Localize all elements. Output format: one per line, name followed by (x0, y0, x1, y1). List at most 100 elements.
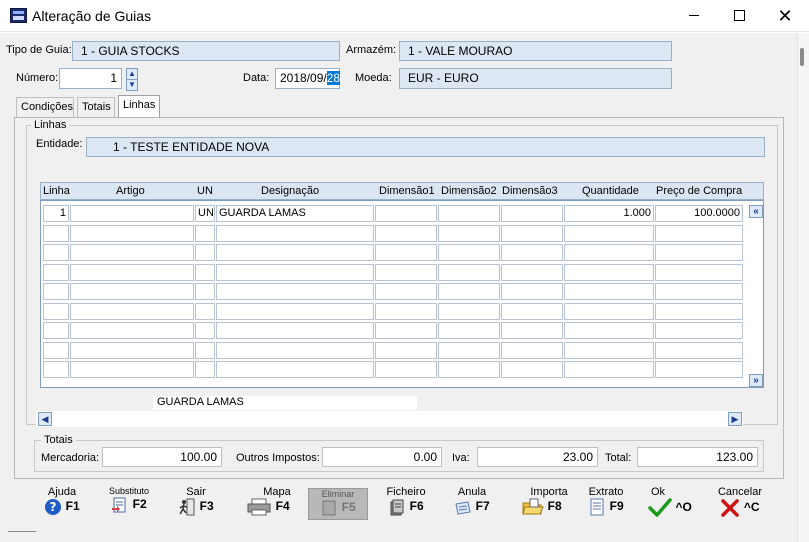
table-cell[interactable] (43, 341, 69, 359)
table-cell[interactable] (655, 244, 743, 261)
exit-button[interactable]: Sair F3 (166, 486, 226, 522)
entidade-field[interactable]: 1 - TESTE ENTIDADE NOVA (86, 137, 765, 157)
col-header-quantidade[interactable]: Quantidade (582, 185, 639, 197)
table-cell[interactable] (216, 224, 374, 242)
table-cell[interactable] (655, 361, 743, 378)
table-cell[interactable] (375, 361, 437, 378)
table-cell[interactable] (70, 341, 194, 359)
vertical-scrollbar[interactable] (797, 33, 809, 542)
table-cell[interactable] (43, 361, 69, 378)
table-cell[interactable] (501, 224, 563, 242)
table-cell[interactable] (501, 322, 563, 339)
armazem-field[interactable]: 1 - VALE MOURAO (399, 41, 672, 61)
table-cell[interactable] (438, 302, 500, 320)
table-cell[interactable] (375, 302, 437, 320)
file-button[interactable]: Ficheiro F6 (376, 486, 436, 522)
col-header-preco-compra[interactable]: Preço de Compra (656, 185, 742, 197)
table-cell[interactable] (564, 244, 654, 261)
table-cell[interactable] (438, 205, 500, 222)
table-cell[interactable] (655, 302, 743, 320)
table-row[interactable] (41, 341, 745, 360)
table-cell[interactable] (216, 302, 374, 320)
data-input[interactable]: 2018/09/28 (275, 68, 341, 89)
table-cell[interactable] (655, 283, 743, 300)
table-cell[interactable] (195, 361, 215, 378)
ok-button[interactable]: Ok ^O (640, 486, 700, 522)
table-cell[interactable]: 1 (43, 205, 69, 222)
table-cell[interactable] (43, 244, 69, 261)
help-button[interactable]: Ajuda ? F1 (32, 486, 92, 522)
table-cell[interactable] (564, 322, 654, 339)
table-cell[interactable] (70, 244, 194, 261)
table-row[interactable] (41, 224, 745, 243)
tab-totais[interactable]: Totais (77, 97, 115, 117)
anula-button[interactable]: Anula F7 (442, 486, 502, 522)
table-cell[interactable] (501, 283, 563, 300)
table-cell[interactable] (216, 341, 374, 359)
table-cell[interactable] (70, 283, 194, 300)
col-header-dimensao3[interactable]: Dimensão3 (502, 185, 558, 197)
import-button[interactable]: Importa F8 (512, 486, 572, 522)
table-cell[interactable] (501, 205, 563, 222)
table-cell[interactable] (564, 263, 654, 281)
table-cell[interactable] (655, 341, 743, 359)
scroll-right-icon[interactable]: ▶ (728, 412, 742, 426)
table-cell[interactable] (655, 224, 743, 242)
numero-input[interactable]: 1 (59, 68, 122, 89)
table-cell[interactable] (438, 361, 500, 378)
table-cell[interactable] (501, 244, 563, 261)
table-cell[interactable] (43, 302, 69, 320)
vertical-scroll-thumb[interactable] (800, 48, 804, 66)
table-cell[interactable] (438, 341, 500, 359)
col-header-dimensao1[interactable]: Dimensão1 (379, 185, 435, 197)
table-cell[interactable] (375, 224, 437, 242)
substitute-button[interactable]: Substituto F2 (99, 486, 159, 522)
table-cell[interactable] (501, 341, 563, 359)
table-cell[interactable] (655, 322, 743, 339)
table-row[interactable] (41, 283, 745, 301)
moeda-field[interactable]: EUR - EURO (399, 68, 672, 89)
table-cell[interactable] (564, 224, 654, 242)
table-cell[interactable] (43, 224, 69, 242)
table-cell[interactable] (501, 302, 563, 320)
table-cell[interactable]: GUARDA LAMAS (216, 205, 374, 222)
table-row[interactable]: 1 UN GUARDA LAMAS 1.000 100.0000 (41, 205, 745, 223)
table-cell[interactable] (195, 244, 215, 261)
table-row[interactable] (41, 263, 745, 282)
table-cell[interactable] (438, 263, 500, 281)
table-cell[interactable] (70, 322, 194, 339)
numero-down-arrow-icon[interactable]: ▼ (126, 79, 138, 91)
table-cell[interactable]: UN (195, 205, 215, 222)
table-cell[interactable] (564, 341, 654, 359)
table-cell[interactable] (195, 322, 215, 339)
table-cell[interactable] (70, 302, 194, 320)
cancel-button[interactable]: Cancelar ^C (710, 486, 770, 522)
table-cell[interactable] (564, 361, 654, 378)
table-cell[interactable] (43, 263, 69, 281)
table-cell[interactable]: 1.000 (564, 205, 654, 222)
table-cell[interactable] (43, 322, 69, 339)
table-cell[interactable] (438, 322, 500, 339)
table-cell[interactable] (564, 302, 654, 320)
tipo-guia-field[interactable]: 1 - GUIA STOCKS (72, 41, 340, 61)
table-cell[interactable] (195, 283, 215, 300)
delete-button[interactable]: Eliminar F5 (308, 488, 368, 520)
table-cell[interactable] (216, 283, 374, 300)
col-header-dimensao2[interactable]: Dimensão2 (441, 185, 497, 197)
table-cell[interactable] (195, 263, 215, 281)
maximize-button[interactable] (716, 0, 762, 31)
table-cell[interactable] (216, 322, 374, 339)
horizontal-scrollbar[interactable] (36, 411, 743, 427)
table-cell[interactable] (70, 224, 194, 242)
table-cell[interactable] (216, 361, 374, 378)
scroll-down-double-arrow-icon[interactable]: » (749, 374, 763, 387)
table-cell[interactable] (216, 263, 374, 281)
table-cell[interactable] (375, 341, 437, 359)
table-row[interactable] (41, 322, 745, 340)
close-button[interactable]: ✕ (762, 0, 808, 31)
col-header-linha[interactable]: Linha (43, 185, 70, 197)
col-header-artigo[interactable]: Artigo (116, 185, 145, 197)
table-row[interactable] (41, 244, 745, 262)
col-header-designacao[interactable]: Designação (261, 185, 319, 197)
table-cell[interactable] (375, 322, 437, 339)
